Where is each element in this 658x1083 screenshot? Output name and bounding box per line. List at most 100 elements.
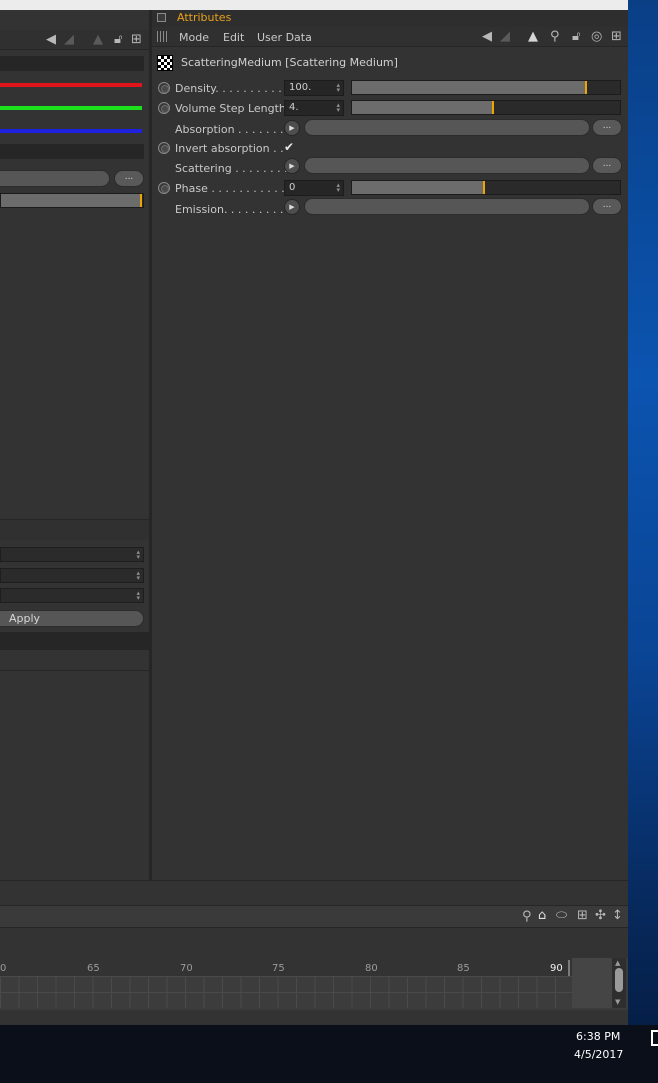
left-dropdown-3[interactable]: ▴ ▾ [0, 588, 144, 603]
left-browse-button[interactable]: ... [114, 170, 144, 187]
volume-step-slider-marker[interactable] [492, 101, 494, 114]
scattering-medium-icon [157, 55, 173, 71]
left-field-row [0, 56, 144, 71]
invert-absorption-checkbox[interactable]: ✔ [284, 140, 298, 154]
left-panel: ◀ ◢ ▲ 🔓︎ ⊞ ... ▴ ▾ ▴ ▾ ▴ ▾ Apply [0, 10, 149, 880]
density-slider[interactable] [351, 80, 621, 95]
blue-channel-line[interactable] [0, 129, 142, 133]
tick-label: 65 [87, 963, 100, 974]
taskbar-date[interactable]: 4/5/2017 [574, 1048, 623, 1061]
timeline-toolbar: ⚲ ⌂ ⬭ ⊞ ✣ ↕ [0, 905, 628, 927]
emission-link-field[interactable] [304, 198, 590, 215]
left-bottom-strip [0, 632, 149, 650]
frame-icon[interactable]: ⊞ [577, 909, 588, 922]
attributes-title: Attributes [177, 11, 232, 24]
playhead-marker[interactable] [568, 960, 570, 976]
search-icon[interactable]: ⚲ [522, 910, 532, 923]
absorption-browse-button[interactable]: ... [592, 119, 622, 136]
volume-step-animate-toggle[interactable] [158, 102, 170, 114]
timeline-spacer [0, 927, 628, 958]
menu-user-data[interactable]: User Data [257, 31, 312, 44]
tick-label: 0 [0, 963, 7, 974]
scrollbar-thumb[interactable] [615, 968, 623, 992]
timeline-overflow-area [572, 958, 612, 1008]
scattering-label: Scattering . . . . . . . . [175, 162, 288, 175]
ellipse-icon[interactable]: ⬭ [556, 909, 567, 922]
home-icon[interactable]: ⌂ [538, 909, 546, 922]
grip-icon [157, 31, 169, 42]
move-icon[interactable]: ✣ [595, 909, 606, 922]
left-divider-2 [0, 670, 149, 671]
scattering-expand-icon[interactable]: ▶ [284, 158, 300, 174]
taskbar-time[interactable]: 6:38 PM [576, 1030, 620, 1043]
attributes-menubar: Mode Edit User Data ◀ ◢ ▲ ⚲ 🔓︎ ◎ ⊞ [152, 27, 628, 47]
scattering-browse-button[interactable]: ... [592, 157, 622, 174]
absorption-link-field[interactable] [304, 119, 590, 136]
volume-step-label: Volume Step Length [175, 102, 286, 115]
tick-label: 80 [365, 963, 378, 974]
tick-label: 90 [550, 963, 563, 974]
timeline-footer [0, 1010, 628, 1025]
tick-label: 75 [272, 963, 285, 974]
lock-icon[interactable]: 🔓︎ [572, 30, 580, 43]
new-panel-icon[interactable]: ⊞ [131, 33, 142, 46]
density-slider-marker[interactable] [585, 81, 587, 94]
timeline[interactable]: 0 65 70 75 80 85 90 ▲ ▼ [0, 958, 628, 1010]
panel-menu-icon[interactable] [157, 13, 166, 22]
left-dropdown-2[interactable]: ▴ ▾ [0, 568, 144, 583]
attributes-header: Attributes [152, 10, 628, 27]
red-channel-line[interactable] [0, 83, 142, 87]
absorption-label: Absorption . . . . . . . [175, 123, 284, 136]
timeline-grid[interactable] [0, 976, 572, 1008]
up-arrow-icon[interactable]: ▲ [528, 30, 538, 43]
volume-step-slider-fill [352, 101, 493, 114]
timeline-ruler[interactable]: 0 65 70 75 80 85 90 [0, 958, 572, 976]
volume-step-slider[interactable] [351, 100, 621, 115]
menu-mode[interactable]: Mode [179, 31, 209, 44]
phase-animate-toggle[interactable] [158, 182, 170, 194]
left-dropdown-1[interactable]: ▴ ▾ [0, 547, 144, 562]
phase-slider-marker[interactable] [483, 181, 485, 194]
window-top-bar [0, 0, 628, 10]
target-icon[interactable]: ◎ [591, 30, 602, 43]
volume-step-value: 4. [289, 102, 299, 113]
scroll-up-icon[interactable]: ▲ [615, 959, 620, 967]
apply-button[interactable]: Apply [0, 610, 144, 627]
density-value: 100. [289, 82, 312, 93]
search-icon[interactable]: ⚲ [550, 30, 560, 43]
new-panel-icon[interactable]: ⊞ [611, 30, 622, 43]
phase-value: 0 [289, 182, 296, 193]
lock-icon[interactable]: 🔓︎ [114, 33, 122, 46]
back-arrow-icon[interactable]: ◀ [46, 33, 56, 46]
forward-arrow-icon[interactable]: ◢ [500, 30, 510, 43]
left-section-header [0, 520, 149, 540]
object-title: ScatteringMedium [Scattering Medium] [181, 56, 398, 69]
phase-field[interactable]: 0 ▴ ▾ [284, 180, 344, 196]
density-animate-toggle[interactable] [158, 82, 170, 94]
green-channel-line[interactable] [0, 106, 142, 110]
taskbar: 6:38 PM 4/5/2017 [0, 1025, 658, 1083]
absorption-expand-icon[interactable]: ▶ [284, 120, 300, 136]
scattering-link-field[interactable] [304, 157, 590, 174]
volume-step-field[interactable]: 4. ▴ ▾ [284, 100, 344, 116]
action-center-icon[interactable] [651, 1030, 658, 1046]
invert-absorption-label: Invert absorption . . [175, 142, 284, 155]
back-arrow-icon[interactable]: ◀ [482, 30, 492, 43]
menu-edit[interactable]: Edit [223, 31, 244, 44]
left-link-field[interactable] [0, 170, 110, 187]
scroll-down-icon[interactable]: ▼ [615, 998, 620, 1006]
invert-absorption-animate-toggle[interactable] [158, 142, 170, 154]
phase-slider[interactable] [351, 180, 621, 195]
timeline-scrollbar[interactable]: ▲ ▼ [612, 958, 626, 1008]
forward-arrow-icon[interactable]: ◢ [64, 33, 74, 46]
scale-icon[interactable]: ↕ [612, 909, 623, 922]
emission-expand-icon[interactable]: ▶ [284, 199, 300, 215]
density-field[interactable]: 100. ▴ ▾ [284, 80, 344, 96]
left-slider[interactable] [0, 193, 144, 208]
up-arrow-icon[interactable]: ▲ [93, 33, 103, 46]
emission-browse-button[interactable]: ... [592, 198, 622, 215]
tick-label: 85 [457, 963, 470, 974]
left-field-row-2 [0, 144, 144, 159]
bottom-empty-bar [0, 880, 628, 905]
density-slider-fill [352, 81, 586, 94]
